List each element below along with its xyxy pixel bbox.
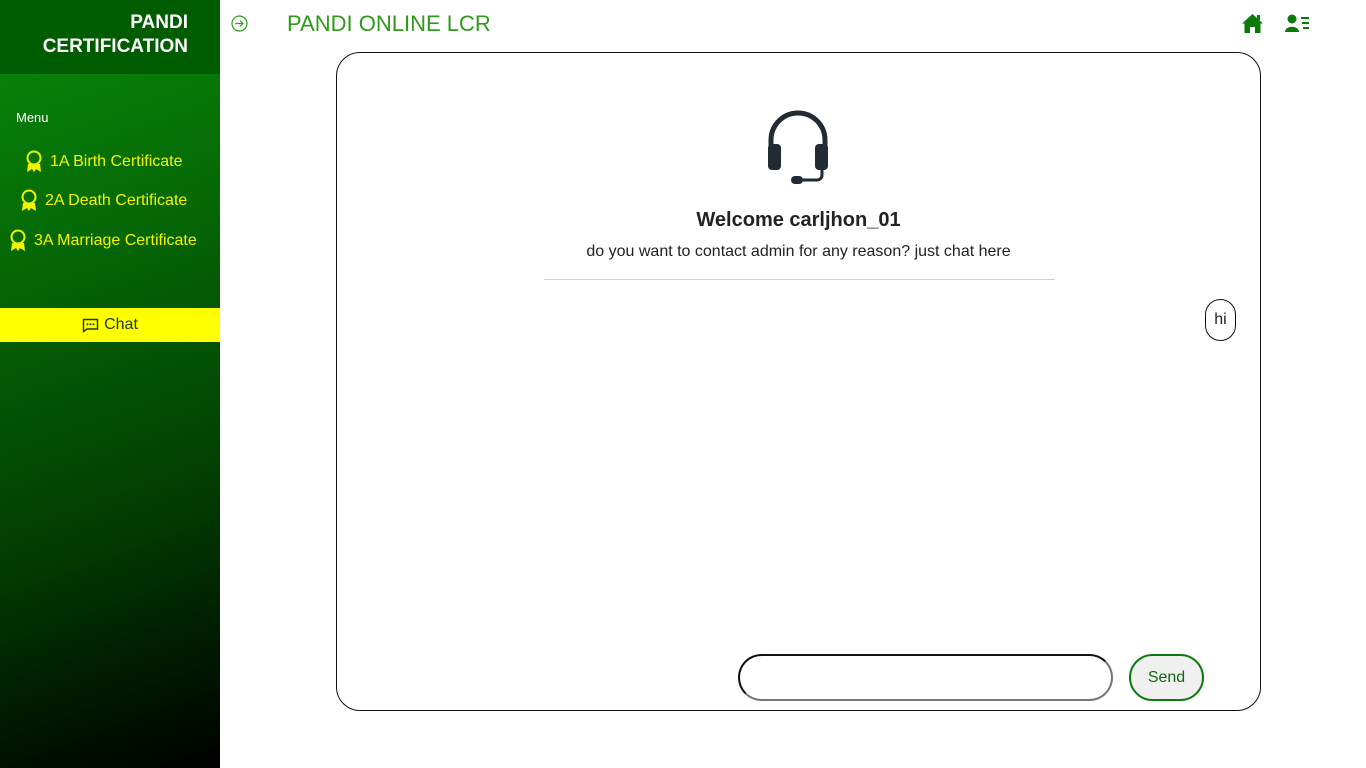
menu-label: Menu <box>16 110 49 125</box>
sidebar-item-label: Chat <box>104 316 138 333</box>
sidebar-item-death-certificate[interactable]: 2A Death Certificate <box>19 189 187 213</box>
profile-button[interactable] <box>1285 14 1310 38</box>
sidebar-item-marriage-certificate[interactable]: 3A Marriage Certificate <box>8 229 197 253</box>
arrow-right-circle-icon <box>231 15 248 32</box>
award-icon <box>10 229 26 251</box>
sidebar-toggle-button[interactable] <box>231 15 248 37</box>
divider <box>544 279 1055 280</box>
person-lines-icon <box>1285 14 1309 32</box>
message-input[interactable] <box>738 654 1113 701</box>
welcome-heading: Welcome carljhon_01 <box>696 209 901 231</box>
home-icon <box>1242 14 1263 33</box>
brand-line-1: PANDI <box>130 12 188 33</box>
award-icon <box>26 150 42 172</box>
home-button[interactable] <box>1241 13 1264 39</box>
welcome-subtitle: do you want to contact admin for any rea… <box>586 243 1011 260</box>
brand-line-2: CERTIFICATION <box>42 36 188 57</box>
chat-dots-icon <box>82 318 99 333</box>
award-icon <box>21 189 37 211</box>
sidebar-item-label: 1A Birth Certificate <box>50 153 183 170</box>
sidebar-item-chat[interactable]: Chat <box>0 308 220 342</box>
page-title: PANDI ONLINE LCR <box>287 11 491 36</box>
brand: PANDI CERTIFICATION <box>0 0 220 74</box>
message-bubble-sent: hi <box>1205 299 1236 341</box>
sidebar-item-label: 2A Death Certificate <box>45 192 188 209</box>
headset-icon <box>768 110 828 184</box>
chat-panel: Welcome carljhon_01 do you want to conta… <box>336 52 1261 711</box>
message-text: hi <box>1214 311 1227 328</box>
sidebar-item-label: 3A Marriage Certificate <box>34 232 197 249</box>
sidebar: PANDI CERTIFICATION Menu 1A Birth Certif… <box>0 0 220 768</box>
sidebar-item-birth-certificate[interactable]: 1A Birth Certificate <box>24 150 183 174</box>
send-button[interactable]: Send <box>1129 654 1204 701</box>
